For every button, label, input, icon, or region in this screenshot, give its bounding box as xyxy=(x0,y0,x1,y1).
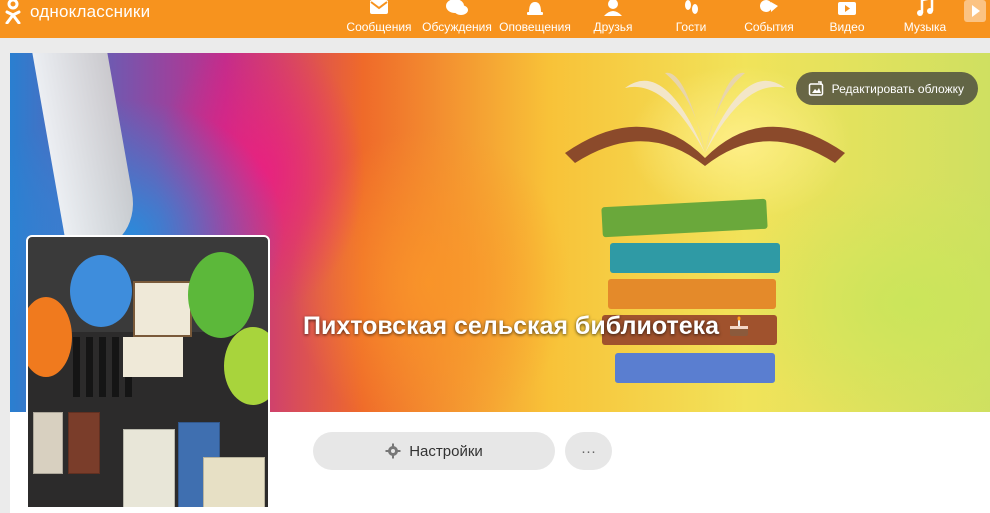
nav-item-notifications[interactable]: Оповещения xyxy=(496,0,574,38)
footprints-icon xyxy=(685,0,698,14)
feather-decoration xyxy=(32,53,143,253)
group-title: Пихтовская сельская библиотека xyxy=(303,312,751,341)
nav-label: Обсуждения xyxy=(422,20,492,34)
poster-sign xyxy=(123,337,183,377)
settings-label: Настройки xyxy=(409,442,483,460)
group-title-text: Пихтовская сельская библиотека xyxy=(303,312,720,340)
book-cover xyxy=(203,457,265,507)
book-spine xyxy=(73,337,80,397)
play-icon xyxy=(972,5,980,17)
edit-cover-button[interactable]: Редактировать обложку xyxy=(795,72,978,105)
cake-emoji-icon xyxy=(727,316,751,338)
balloon-green xyxy=(188,252,254,338)
events-icon xyxy=(760,0,778,12)
nav-item-events[interactable]: События xyxy=(730,0,808,38)
music-note-icon xyxy=(917,0,934,16)
nav-item-friends[interactable]: Друзья xyxy=(574,0,652,38)
site-name: одноклассники xyxy=(30,2,151,21)
settings-button[interactable]: Настройки xyxy=(313,432,555,470)
nav-label: Друзья xyxy=(593,20,633,34)
nav-label: Сообщения xyxy=(346,20,412,34)
more-icon: ··· xyxy=(581,442,596,460)
nav-item-guests[interactable]: Гости xyxy=(652,0,730,38)
nav-label: Видео xyxy=(829,20,865,34)
envelope-icon xyxy=(370,0,388,14)
nav-item-discussions[interactable]: Обсуждения xyxy=(418,0,496,38)
book-stack-item xyxy=(615,353,775,383)
media-player-button[interactable] xyxy=(964,0,986,22)
book-cover xyxy=(123,429,175,507)
group-avatar[interactable] xyxy=(26,235,270,509)
bell-icon xyxy=(527,2,543,15)
nav-item-messages[interactable]: Сообщения xyxy=(340,0,418,38)
book-stack-item xyxy=(610,243,780,273)
nav-label: Музыка xyxy=(903,20,947,34)
book-spine xyxy=(99,337,106,397)
nav-item-video[interactable]: Видео xyxy=(808,0,886,38)
poster-sign xyxy=(133,281,192,337)
site-logo[interactable]: одноклассники xyxy=(4,0,151,25)
chat-bubbles-icon xyxy=(446,0,468,15)
balloon-blue xyxy=(70,255,132,327)
main-nav: Сообщения Обсуждения Оповещения Друзья Г… xyxy=(340,0,964,38)
edit-cover-label: Редактировать обложку xyxy=(831,81,964,96)
book-stack-item xyxy=(601,198,768,238)
ok-logo-icon xyxy=(4,0,22,25)
nav-item-music[interactable]: Музыка xyxy=(886,0,964,38)
nav-label: События xyxy=(744,20,794,34)
friends-icon xyxy=(604,0,622,16)
book-stack-item xyxy=(608,279,776,309)
book-cover xyxy=(68,412,100,474)
top-navigation-bar: одноклассники Сообщения Обсуждения Опове… xyxy=(0,0,990,38)
more-button[interactable]: ··· xyxy=(565,432,612,470)
book-spine xyxy=(86,337,93,397)
book-cover xyxy=(33,412,63,474)
nav-label: Гости xyxy=(675,20,707,34)
video-icon xyxy=(838,2,856,15)
book-spine xyxy=(112,337,119,397)
image-edit-icon xyxy=(808,80,823,96)
gear-icon xyxy=(385,443,401,459)
nav-label: Оповещения xyxy=(499,20,571,34)
